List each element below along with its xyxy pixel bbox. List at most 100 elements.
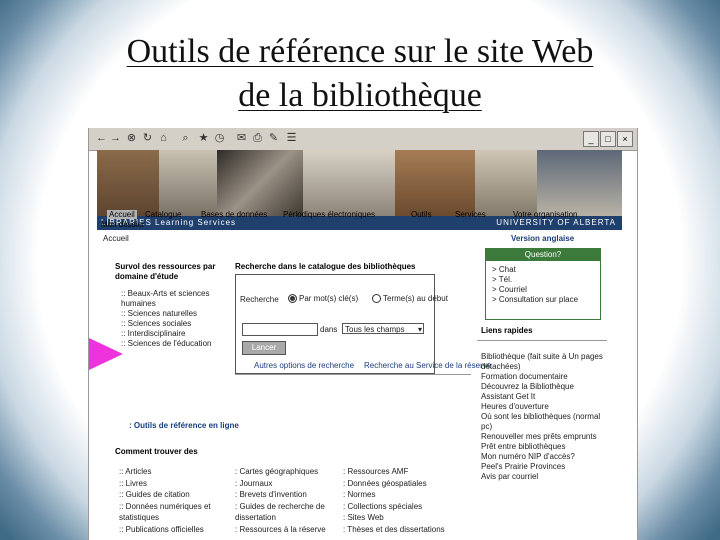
breadcrumb: Accueil xyxy=(103,234,129,243)
quick-link-2[interactable]: Formation documentaire xyxy=(481,372,609,382)
history-icon[interactable]: ◷ xyxy=(213,132,226,145)
quick-link-7[interactable]: Renouveller mes prêts emprunts xyxy=(481,432,609,442)
nav-services[interactable]: Services xyxy=(455,210,486,219)
browser-toolbar: ← → ⊗ ↻ ⌂ ⌕ ★ ◷ ✉ ⎙ ✎ ☰ _ □ × xyxy=(89,128,637,151)
question-tel[interactable]: > Tél. xyxy=(492,275,578,285)
slide-title-line1: Outils de référence sur le site Web xyxy=(126,33,594,70)
quick-link-9[interactable]: Mon numéro NIP d'accès? xyxy=(481,452,609,462)
nav-votre-organisation[interactable]: Votre organisation xyxy=(513,210,578,219)
nav-catalogue[interactable]: Catalogue xyxy=(145,210,181,219)
mail-icon[interactable]: ✉ xyxy=(235,132,248,145)
campus-photo xyxy=(159,150,217,216)
quick-links-heading: Liens rapides xyxy=(481,326,533,335)
catalogue-search-box: Recherche Par mot(s) clé(s) Terme(s) au … xyxy=(235,274,491,374)
how-item-livres[interactable]: :: Livres xyxy=(119,478,229,490)
survey-item-interdisciplinaire[interactable]: :: Interdisciplinaire xyxy=(121,329,229,339)
field-select[interactable]: Tous les champs ▾ xyxy=(342,323,424,334)
how-col2: : Cartes géographiques : Journaux : Brev… xyxy=(235,466,339,535)
question-chat[interactable]: > Chat xyxy=(492,265,578,275)
stop-icon[interactable]: ⊗ xyxy=(125,132,138,145)
how-item-articles[interactable]: :: Articles xyxy=(119,466,229,478)
question-heading: Question? xyxy=(486,249,600,261)
search-input[interactable] xyxy=(242,323,318,336)
how-item-geospatiales[interactable]: : Données géospatiales xyxy=(343,478,453,490)
quick-link-4[interactable]: Assistant Get It xyxy=(481,392,609,402)
nav-accueil[interactable]: Accueil xyxy=(107,210,137,219)
library-building-photo xyxy=(395,150,475,216)
english-version-link[interactable]: Version anglaise xyxy=(511,234,574,243)
how-item-cartes[interactable]: : Cartes géographiques xyxy=(235,466,339,478)
survey-item-sciences-nat[interactable]: :: Sciences naturelles xyxy=(121,309,229,319)
question-box: Question? > Chat > Tél. > Courriel > Con… xyxy=(485,248,601,320)
nav-outils[interactable]: Outils xyxy=(411,210,431,219)
more-options-link[interactable]: Autres options de recherche xyxy=(254,361,354,370)
how-item-sites-web[interactable]: : Sites Web xyxy=(343,512,453,524)
minimize-icon[interactable]: _ xyxy=(583,131,599,147)
how-item-citation[interactable]: :: Guides de citation xyxy=(119,489,229,501)
forward-icon[interactable]: → xyxy=(109,132,122,145)
begins-option-label: Terme(s) au début xyxy=(383,294,448,303)
close-icon[interactable]: × xyxy=(617,131,633,147)
survey-item-sciences-soc[interactable]: :: Sciences sociales xyxy=(121,319,229,329)
computer-user-photo xyxy=(537,150,622,216)
how-item-amf[interactable]: : Ressources AMF xyxy=(343,466,453,478)
quick-link-5[interactable]: Heures d'ouverture xyxy=(481,402,609,412)
field-select-value: Tous les champs xyxy=(345,325,405,334)
how-item-brevets[interactable]: : Brevets d'invention xyxy=(235,489,339,501)
right-column: Version anglaise Question? > Chat > Tél.… xyxy=(473,230,613,540)
nav-mon-dossier[interactable]: Mon dossier xyxy=(101,220,145,229)
survey-item-arts[interactable]: :: Beaux-Arts et sciences humaines xyxy=(121,289,229,309)
books-photo xyxy=(303,150,395,216)
how-item-collections[interactable]: : Collections spéciales xyxy=(343,501,453,513)
maximize-icon[interactable]: □ xyxy=(600,131,616,147)
reading-photo xyxy=(475,150,537,216)
main-nav: Accueil Catalogue Bases de données Pério… xyxy=(97,210,622,230)
browser-screenshot: ← → ⊗ ↻ ⌂ ⌕ ★ ◷ ✉ ⎙ ✎ ☰ _ □ × LIBRARIES … xyxy=(88,128,638,540)
how-item-journaux[interactable]: : Journaux xyxy=(235,478,339,490)
survey-heading: Survol des ressources par domaine d'étud… xyxy=(115,262,216,281)
quick-link-1[interactable]: Bibliothèque (fait suite à Un pages déta… xyxy=(481,352,609,372)
how-item-donnees[interactable]: :: Données numériques et statistiques xyxy=(119,501,229,524)
edit-icon[interactable]: ✎ xyxy=(267,132,280,145)
messenger-icon[interactable]: ☰ xyxy=(285,132,298,145)
how-item-theses[interactable]: : Thèses et des dissertations xyxy=(343,524,453,536)
question-list: > Chat > Tél. > Courriel > Consultation … xyxy=(492,265,578,305)
home-icon[interactable]: ⌂ xyxy=(157,132,170,145)
favorites-icon[interactable]: ★ xyxy=(197,132,210,145)
keyword-option-label: Par mot(s) clé(s) xyxy=(299,294,359,303)
refresh-icon[interactable]: ↻ xyxy=(141,132,154,145)
how-item-publications[interactable]: :: Publications officielles xyxy=(119,524,229,536)
in-label: dans xyxy=(320,325,338,334)
search-label: Recherche xyxy=(240,295,279,304)
how-col1: :: Articles :: Livres :: Guides de citat… xyxy=(119,466,229,535)
quick-link-10[interactable]: Peel's Prairie Provinces xyxy=(481,462,609,472)
quick-link-8[interactable]: Prêt entre bibliothèques xyxy=(481,442,609,452)
online-tools-link[interactable]: : Outils de référence en ligne xyxy=(129,421,239,430)
how-to-find-heading: Comment trouver des xyxy=(115,447,198,456)
how-item-reserve[interactable]: : Ressources à la réserve xyxy=(235,524,339,536)
divider xyxy=(235,374,471,375)
quick-links-divider xyxy=(477,340,607,341)
how-item-normes[interactable]: : Normes xyxy=(343,489,453,501)
how-col3: : Ressources AMF : Données géospatiales … xyxy=(343,466,453,535)
question-sur-place[interactable]: > Consultation sur place xyxy=(492,295,578,305)
chevron-down-icon: ▾ xyxy=(417,325,422,334)
lancer-button[interactable]: Lancer xyxy=(242,341,286,355)
begins-radio[interactable] xyxy=(372,294,381,304)
search-icon[interactable]: ⌕ xyxy=(179,132,192,145)
survey-item-education[interactable]: :: Sciences de l'éducation xyxy=(121,339,229,349)
how-item-dissertation[interactable]: : Guides de recherche de dissertation xyxy=(235,501,339,524)
quick-link-11[interactable]: Avis par courriel xyxy=(481,472,609,482)
back-icon[interactable]: ← xyxy=(95,132,108,145)
quick-links-list: Bibliothèque (fait suite à Un pages déta… xyxy=(481,352,609,482)
nav-bases-de-donnees[interactable]: Bases de données xyxy=(201,210,267,219)
quick-link-3[interactable]: Découvrez la Bibliothèque xyxy=(481,382,609,392)
keyword-radio[interactable] xyxy=(288,294,297,304)
students-photo xyxy=(217,150,303,216)
catalogue-search-heading: Recherche dans le catalogue des biblioth… xyxy=(235,262,416,271)
question-courriel[interactable]: > Courriel xyxy=(492,285,578,295)
building-photo xyxy=(97,150,159,216)
print-icon[interactable]: ⎙ xyxy=(251,132,264,145)
nav-periodiques[interactable]: Périodiques électroniques xyxy=(283,210,375,219)
quick-link-6[interactable]: Où sont les bibliothèques (normal pc) xyxy=(481,412,609,432)
